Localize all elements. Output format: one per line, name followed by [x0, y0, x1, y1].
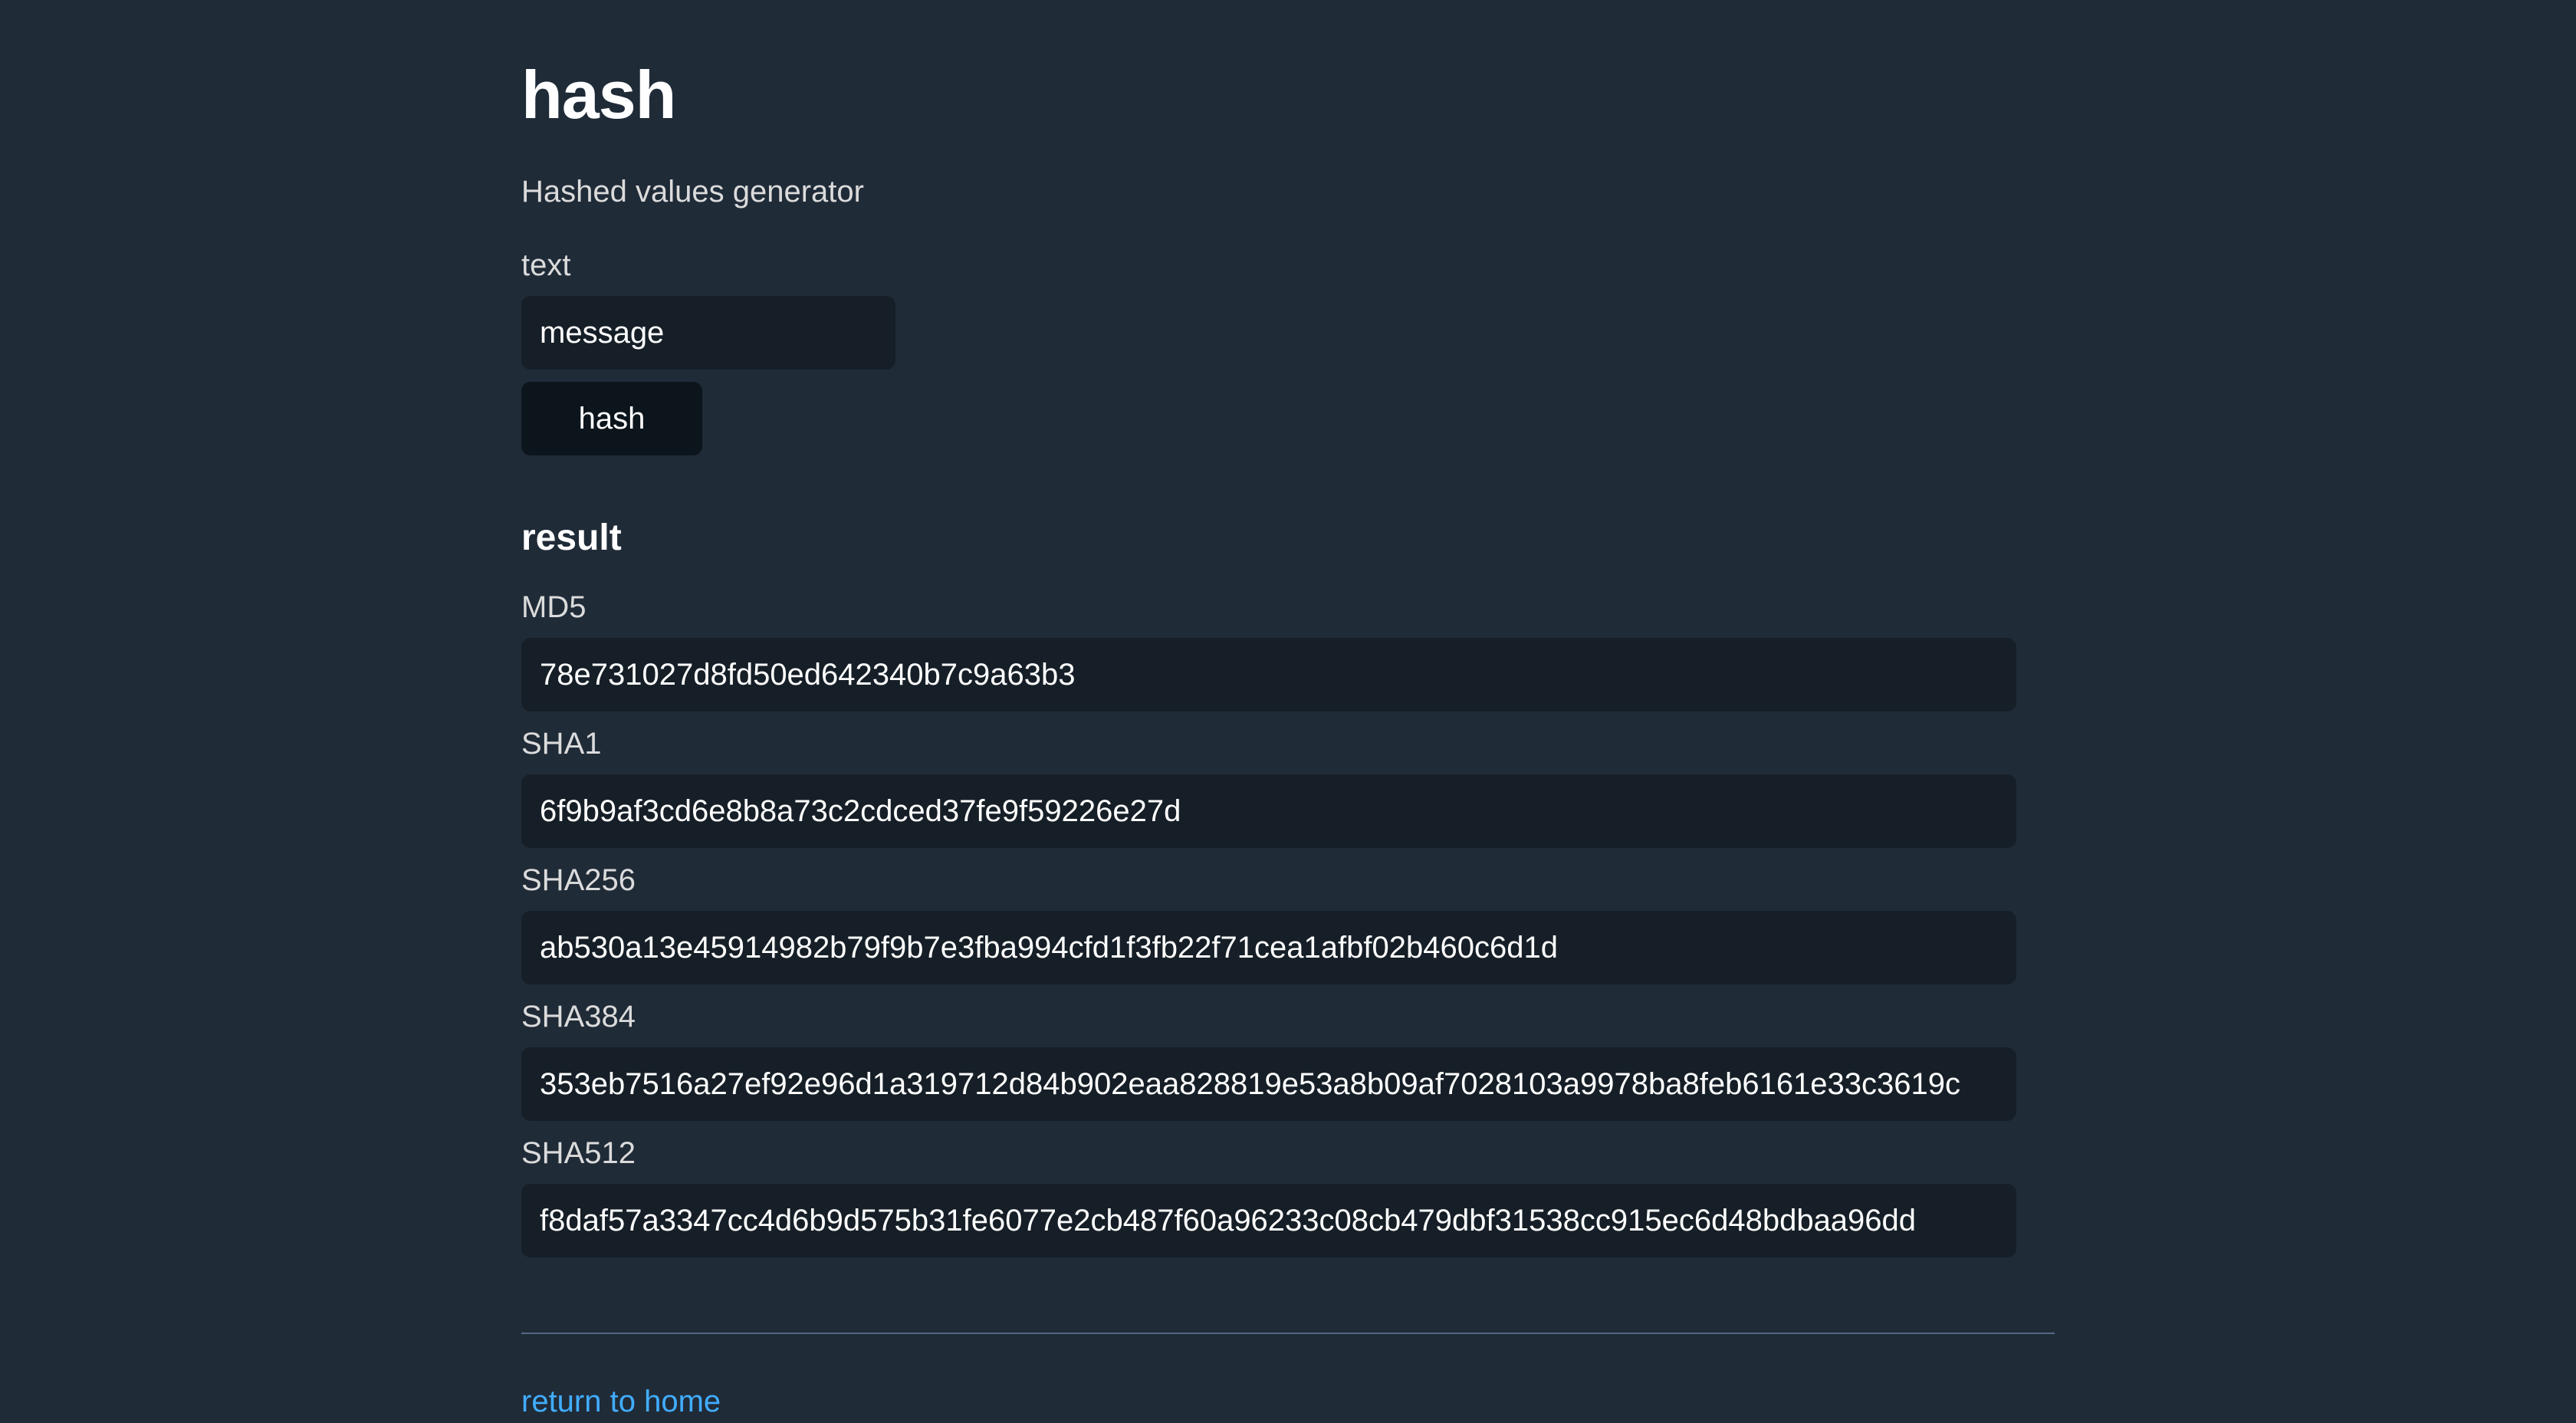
sha1-output[interactable] — [521, 774, 2016, 848]
text-input[interactable] — [521, 296, 895, 370]
text-label: text — [521, 248, 571, 282]
sha256-output[interactable] — [521, 911, 2016, 984]
page-subtitle: Hashed values generator — [521, 175, 864, 209]
sha512-label: SHA512 — [521, 1136, 636, 1170]
md5-label: MD5 — [521, 590, 586, 624]
result-heading: result — [521, 518, 622, 558]
footer-divider — [521, 1333, 2055, 1334]
sha384-output[interactable] — [521, 1047, 2016, 1121]
sha1-label: SHA1 — [521, 727, 602, 761]
sha512-output[interactable] — [521, 1184, 2016, 1257]
hash-button[interactable]: hash — [521, 382, 702, 455]
sha384-label: SHA384 — [521, 1000, 636, 1034]
md5-output[interactable] — [521, 638, 2016, 712]
return-home-link[interactable]: return to home — [521, 1380, 721, 1423]
page-title: hash — [521, 57, 676, 133]
sha256-label: SHA256 — [521, 863, 636, 897]
